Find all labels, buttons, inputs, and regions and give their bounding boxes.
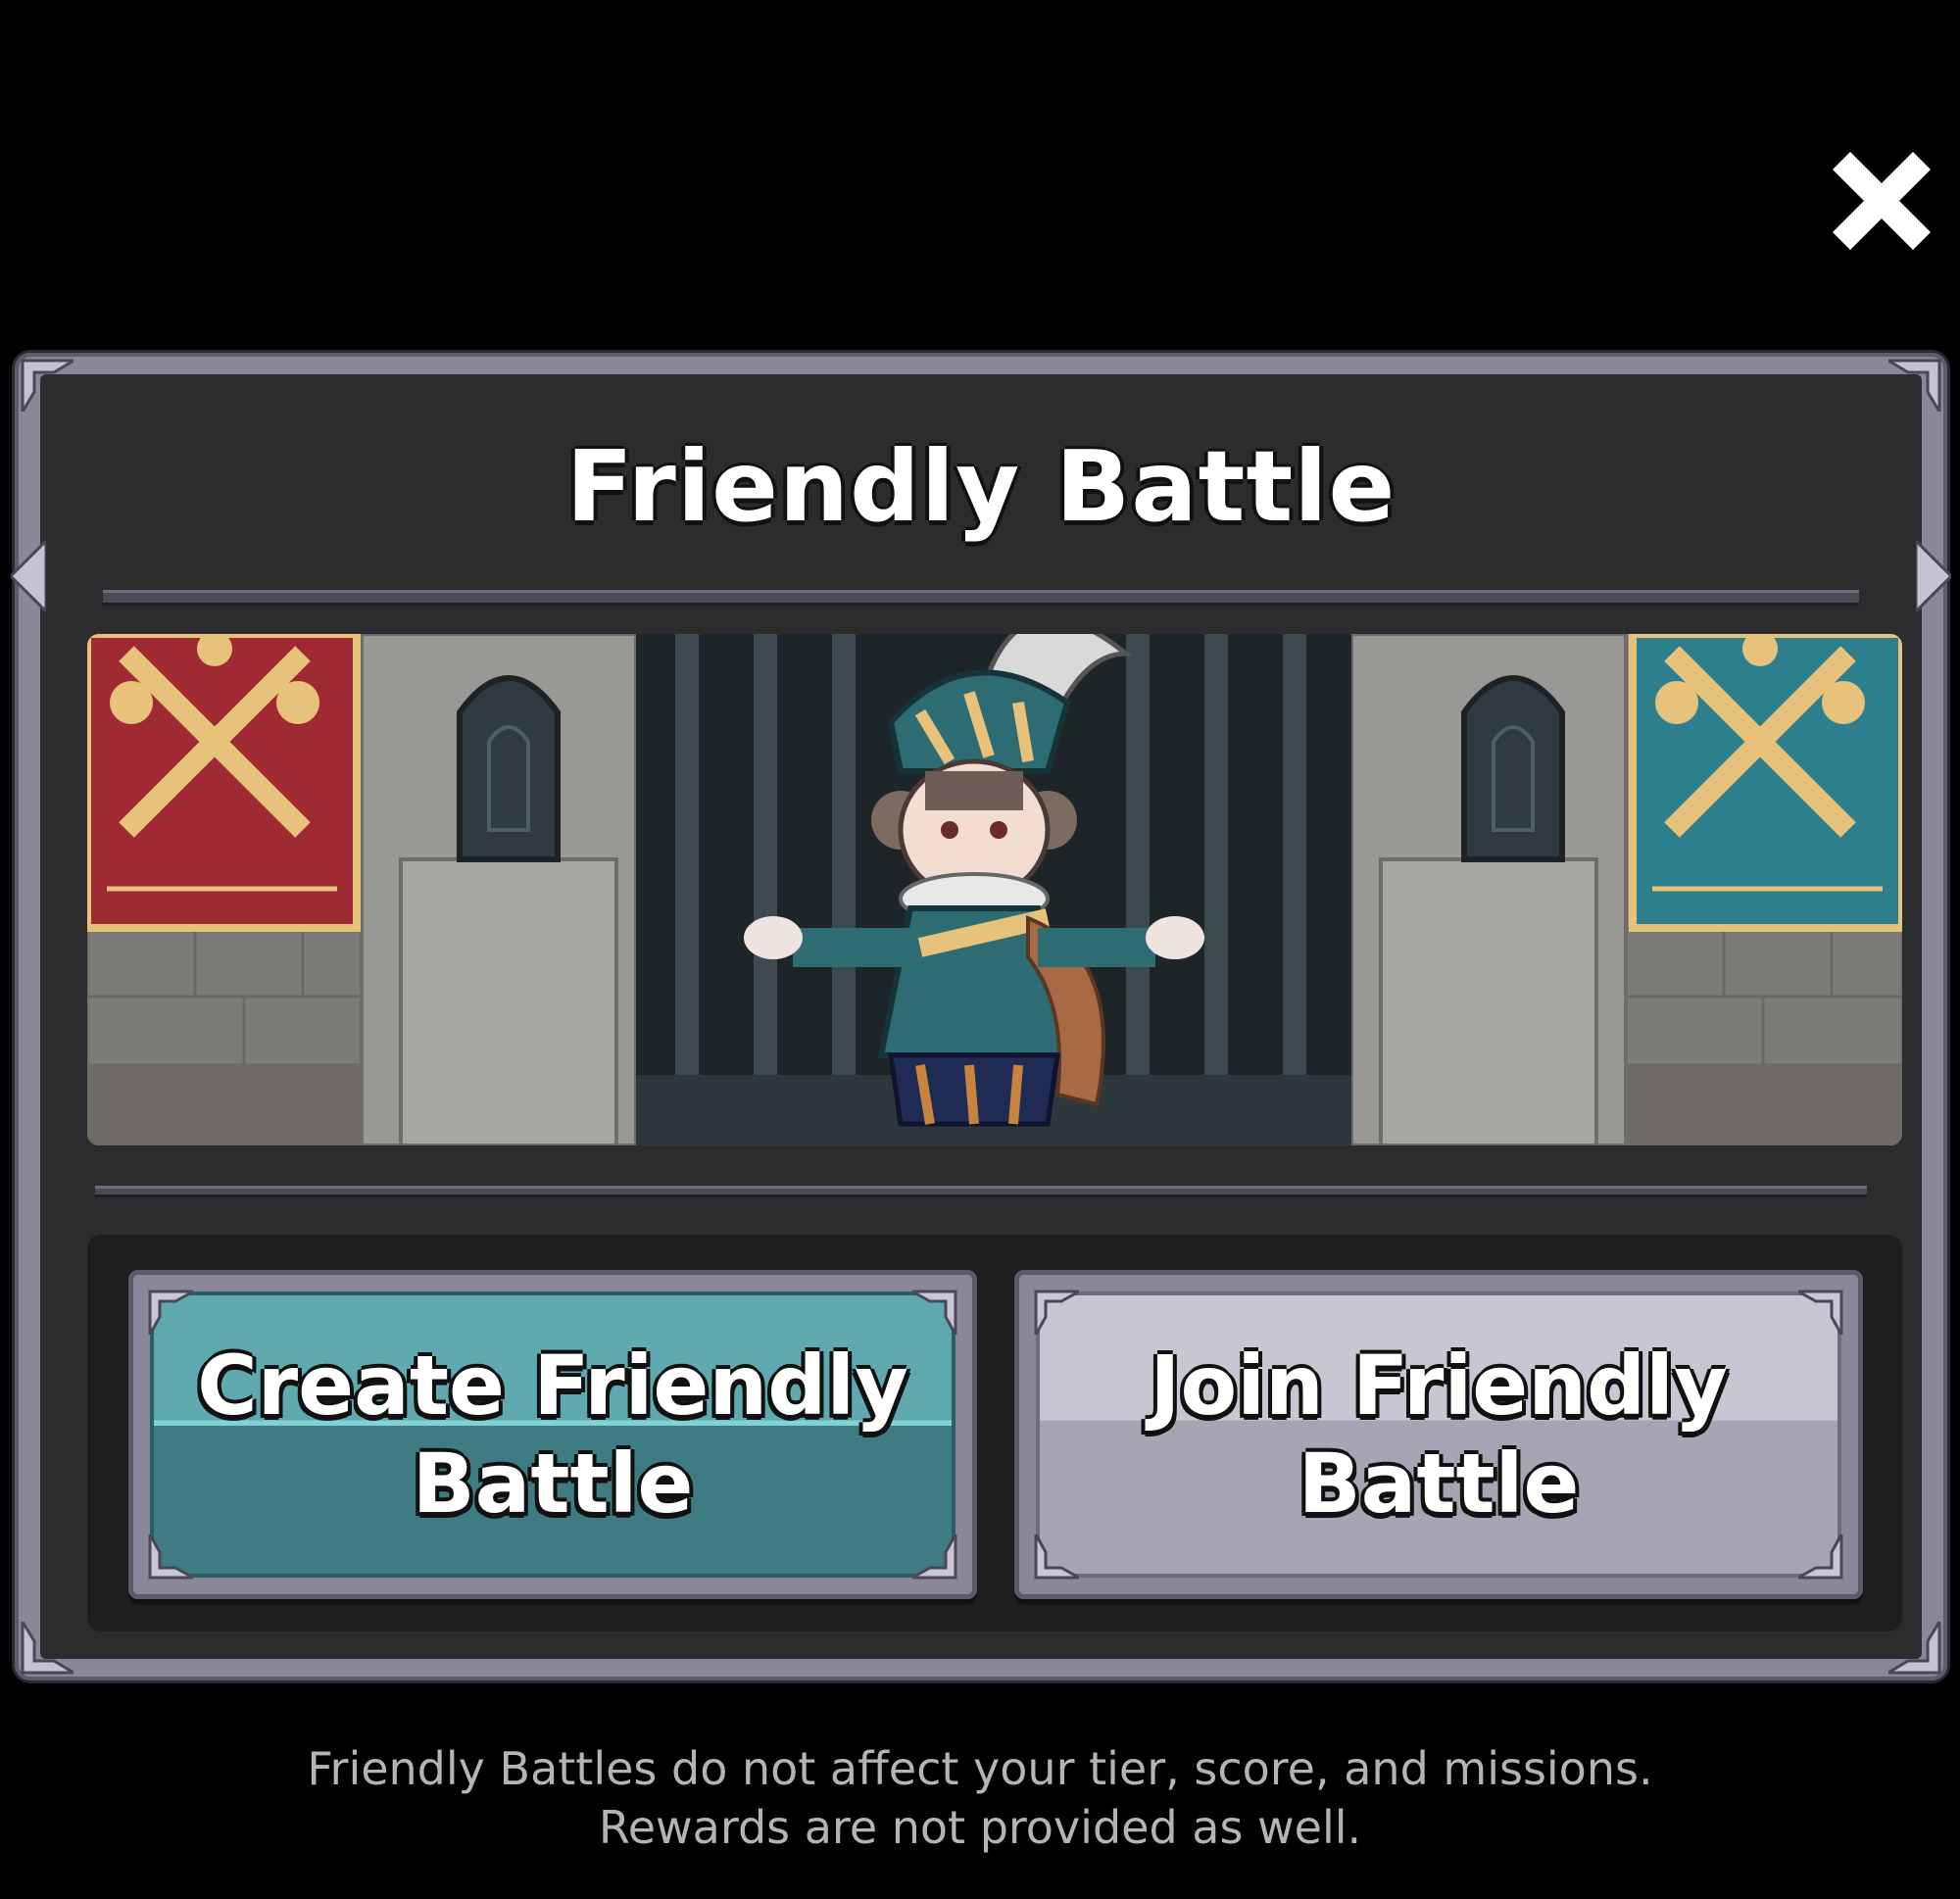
title-divider: [103, 590, 1859, 606]
button-corner-ornament: [148, 1290, 193, 1335]
dialog-title: Friendly Battle: [565, 429, 1396, 544]
frame-side-ornament: [11, 541, 46, 611]
create-button-label: Create Friendly Battle: [197, 1338, 908, 1532]
button-corner-ornament: [1034, 1534, 1079, 1580]
button-corner-ornament: [912, 1290, 957, 1335]
castle-scene-illustration: [87, 634, 1902, 1145]
friendly-battle-dialog: Friendly Battle Create Friendly Battle J…: [11, 353, 1951, 1680]
button-corner-ornament: [148, 1534, 193, 1580]
friendly-battle-notice: Friendly Battles do not affect your tier…: [0, 1739, 1960, 1857]
close-icon: [1833, 152, 1931, 250]
button-corner-ornament: [912, 1534, 957, 1580]
button-corner-ornament: [1798, 1290, 1843, 1335]
join-friendly-battle-button[interactable]: Join Friendly Battle: [1014, 1270, 1863, 1599]
close-button[interactable]: [1823, 142, 1940, 260]
scene-divider: [95, 1186, 1867, 1197]
notice-line-1: Friendly Battles do not affect your tier…: [307, 1742, 1653, 1795]
button-corner-ornament: [1798, 1534, 1843, 1580]
red-banner: [87, 634, 361, 932]
join-button-label: Join Friendly Battle: [1150, 1338, 1728, 1532]
frame-side-ornament: [1916, 541, 1951, 611]
create-friendly-battle-button[interactable]: Create Friendly Battle: [128, 1270, 977, 1599]
button-corner-ornament: [1034, 1290, 1079, 1335]
button-row: Create Friendly Battle Join Friendly Bat…: [87, 1235, 1902, 1631]
notice-line-2: Rewards are not provided as well.: [598, 1801, 1362, 1854]
dialog-body: Friendly Battle Create Friendly Battle J…: [40, 374, 1922, 1659]
teal-banner: [1629, 634, 1902, 932]
